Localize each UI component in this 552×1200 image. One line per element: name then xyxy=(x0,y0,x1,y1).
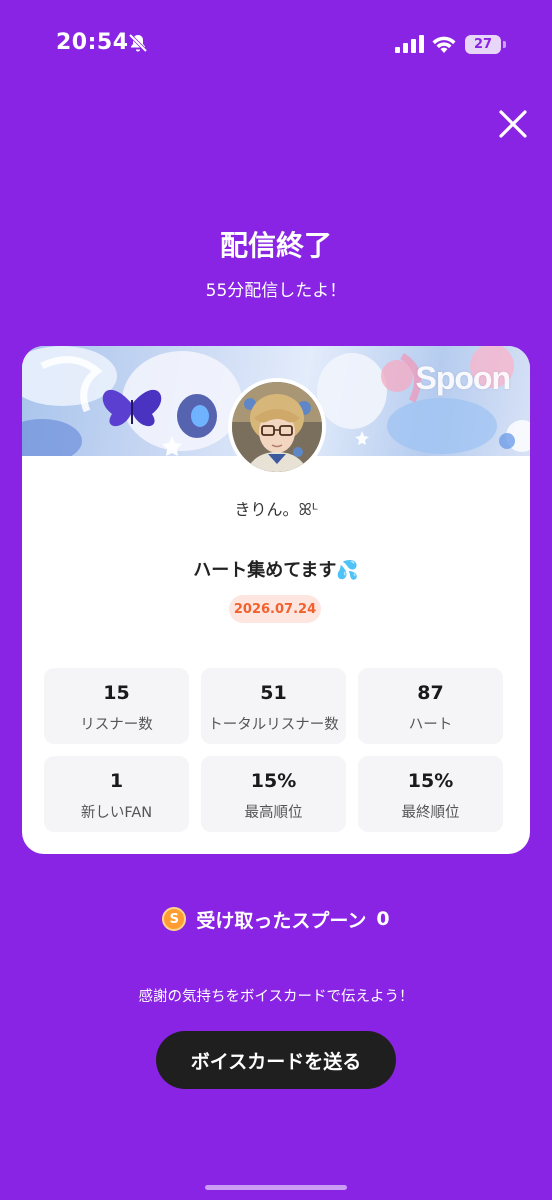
stat-final-rank: 15% 最終順位 xyxy=(358,756,503,832)
spoons-count: 0 xyxy=(376,908,390,930)
send-voice-card-button[interactable]: ボイスカードを送る xyxy=(156,1031,396,1089)
status-time: 20:54 xyxy=(56,30,129,55)
thanks-text: 感謝の気持ちをボイスカードで伝えよう！ xyxy=(138,989,414,1005)
status-bar: 20:54 27 xyxy=(0,0,552,90)
stat-listeners: 15 リスナー数 xyxy=(44,668,189,744)
live-title: ハート集めてます💦 xyxy=(193,560,359,581)
summary-card: Spoon きりん。ꕤᴸ ハート集めてます💦 2026.07.24 15 リスナ… xyxy=(22,346,530,854)
stat-value: 15 xyxy=(103,682,130,704)
home-indicator xyxy=(205,1185,347,1190)
stat-new-fans: 1 新しいFAN xyxy=(44,756,189,832)
stat-label: ハート xyxy=(408,717,453,733)
stat-label: 最高順位 xyxy=(244,805,303,821)
bell-off-icon xyxy=(128,33,148,53)
stat-label: トータルリスナー数 xyxy=(208,717,339,733)
stat-total-listeners: 51 トータルリスナー数 xyxy=(201,668,346,744)
date-badge: 2026.07.24 xyxy=(229,595,321,623)
stat-value: 51 xyxy=(260,682,287,704)
stat-value: 15% xyxy=(407,770,454,792)
page-title: 配信終了 xyxy=(219,229,332,262)
stat-value: 15% xyxy=(250,770,297,792)
spoon-coin-icon: S xyxy=(162,907,187,931)
close-button[interactable] xyxy=(496,107,530,141)
spoons-received: S 受け取ったスプーン 0 xyxy=(0,905,552,933)
stat-label: 新しいFAN xyxy=(80,805,153,821)
page-subtitle: 55分配信したよ！ xyxy=(205,281,347,301)
stat-value: 1 xyxy=(109,770,124,792)
user-nickname: きりん。ꕤᴸ xyxy=(234,500,318,519)
stat-highest-rank: 15% 最高順位 xyxy=(201,756,346,832)
avatar[interactable] xyxy=(228,378,326,476)
stat-label: 最終順位 xyxy=(401,805,460,821)
spoon-watermark: Spoon xyxy=(415,360,511,396)
spoons-label: 受け取ったスプーン xyxy=(196,909,367,932)
stat-value: 87 xyxy=(417,682,444,704)
stat-hearts: 87 ハート xyxy=(358,668,503,744)
signal-icon xyxy=(395,35,424,53)
stat-label: リスナー数 xyxy=(80,717,153,733)
wifi-icon xyxy=(432,36,456,53)
battery-tip xyxy=(503,41,506,48)
battery-icon: 27 xyxy=(465,35,501,54)
